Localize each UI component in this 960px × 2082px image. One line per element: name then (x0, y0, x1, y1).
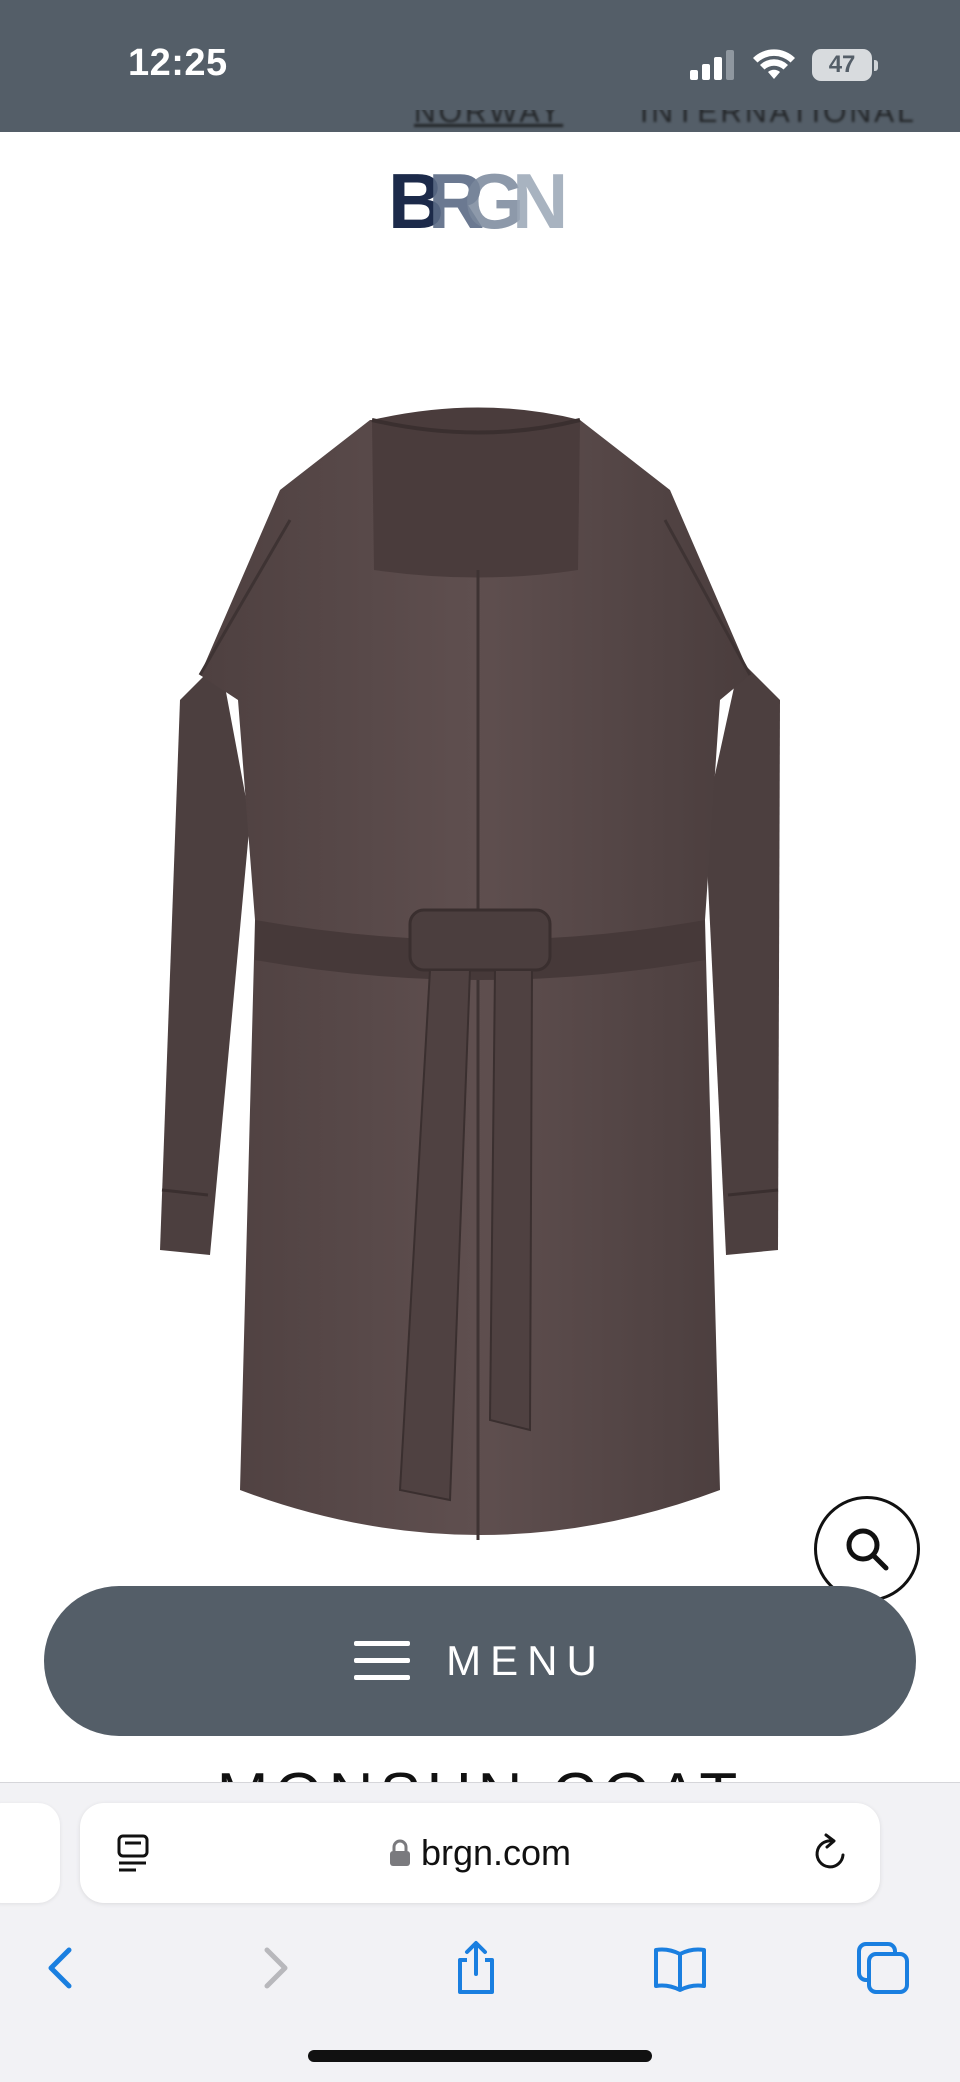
hamburger-icon (354, 1641, 411, 1680)
tabs-icon (857, 1942, 909, 1994)
lock-icon (389, 1839, 410, 1866)
forward-button[interactable] (238, 1933, 308, 2003)
address-bar[interactable]: brgn.com (80, 1803, 880, 1903)
previous-tab-preview[interactable] (0, 1803, 60, 1903)
brgn-logo[interactable]: B R G N (388, 160, 572, 236)
browser-bottom-bar: brgn.com (0, 1782, 960, 2082)
reload-icon[interactable] (810, 1833, 850, 1873)
bookmarks-button[interactable] (645, 1933, 715, 2003)
status-time: 12:25 (128, 42, 228, 84)
battery-level: 47 (812, 49, 873, 81)
search-icon (846, 1528, 889, 1571)
battery-icon: 47 (812, 49, 878, 81)
tabs-button[interactable] (848, 1933, 918, 2003)
header-links: NORWAY INTERNATIONAL (0, 110, 960, 146)
forward-icon (264, 1947, 288, 1989)
nav-link-international[interactable]: INTERNATIONAL (640, 110, 917, 130)
battery-tip (874, 59, 878, 71)
svg-text:N: N (512, 160, 564, 236)
menu-button[interactable]: MENU (44, 1586, 916, 1736)
nav-link-norway[interactable]: NORWAY (414, 110, 563, 130)
back-button[interactable] (28, 1933, 98, 2003)
bookmarks-icon (654, 1947, 706, 1992)
share-icon (458, 1941, 494, 1994)
status-icons: 47 (690, 48, 878, 82)
product-title-area: MONSUN COAT (0, 1740, 960, 1782)
menu-label: MENU (446, 1637, 606, 1684)
wifi-icon (753, 49, 795, 79)
product-image[interactable] (160, 400, 800, 1580)
url-text: brgn.com (420, 1832, 572, 1873)
home-indicator[interactable] (308, 2050, 652, 2062)
product-title: MONSUN COAT (0, 1760, 960, 1782)
back-icon (48, 1947, 72, 1989)
url-display[interactable]: brgn.com (80, 1803, 880, 1903)
share-button[interactable] (441, 1933, 511, 2003)
signal-icon (690, 50, 734, 80)
